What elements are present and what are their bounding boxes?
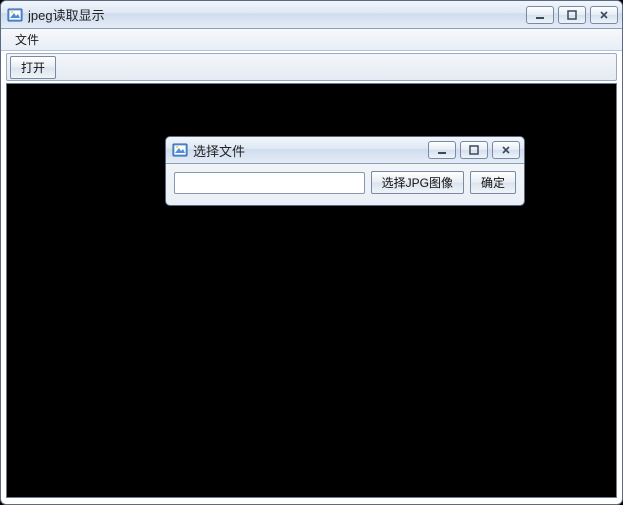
close-icon bbox=[599, 10, 609, 20]
minimize-icon bbox=[535, 10, 545, 20]
toolbar: 打开 bbox=[6, 53, 617, 81]
file-dialog: 选择文件 选择JPG图像 确定 bbox=[165, 136, 525, 206]
maximize-button[interactable] bbox=[558, 6, 586, 24]
close-button[interactable] bbox=[590, 6, 618, 24]
dialog-body: 选择JPG图像 确定 bbox=[166, 164, 524, 201]
app-icon bbox=[7, 7, 23, 23]
dialog-window-buttons bbox=[428, 141, 520, 159]
maximize-icon bbox=[567, 10, 577, 20]
main-titlebar[interactable]: jpeg读取显示 bbox=[1, 1, 622, 29]
dialog-titlebar[interactable]: 选择文件 bbox=[166, 137, 524, 164]
file-path-input[interactable] bbox=[174, 172, 365, 194]
menu-bar: 文件 bbox=[1, 29, 622, 51]
dialog-icon bbox=[172, 142, 188, 158]
minimize-icon bbox=[437, 145, 447, 155]
main-window-title: jpeg读取显示 bbox=[28, 5, 526, 24]
close-icon bbox=[501, 145, 511, 155]
minimize-button[interactable] bbox=[526, 6, 554, 24]
choose-jpg-button[interactable]: 选择JPG图像 bbox=[371, 171, 464, 194]
dialog-close-button[interactable] bbox=[492, 141, 520, 159]
open-button[interactable]: 打开 bbox=[10, 56, 56, 79]
maximize-icon bbox=[469, 145, 479, 155]
ok-button[interactable]: 确定 bbox=[470, 171, 516, 194]
main-window-buttons bbox=[526, 6, 618, 24]
dialog-maximize-button[interactable] bbox=[460, 141, 488, 159]
main-window: jpeg读取显示 文件 打开 bbox=[0, 0, 623, 505]
dialog-minimize-button[interactable] bbox=[428, 141, 456, 159]
dialog-title: 选择文件 bbox=[193, 141, 428, 160]
menu-file[interactable]: 文件 bbox=[7, 29, 47, 50]
